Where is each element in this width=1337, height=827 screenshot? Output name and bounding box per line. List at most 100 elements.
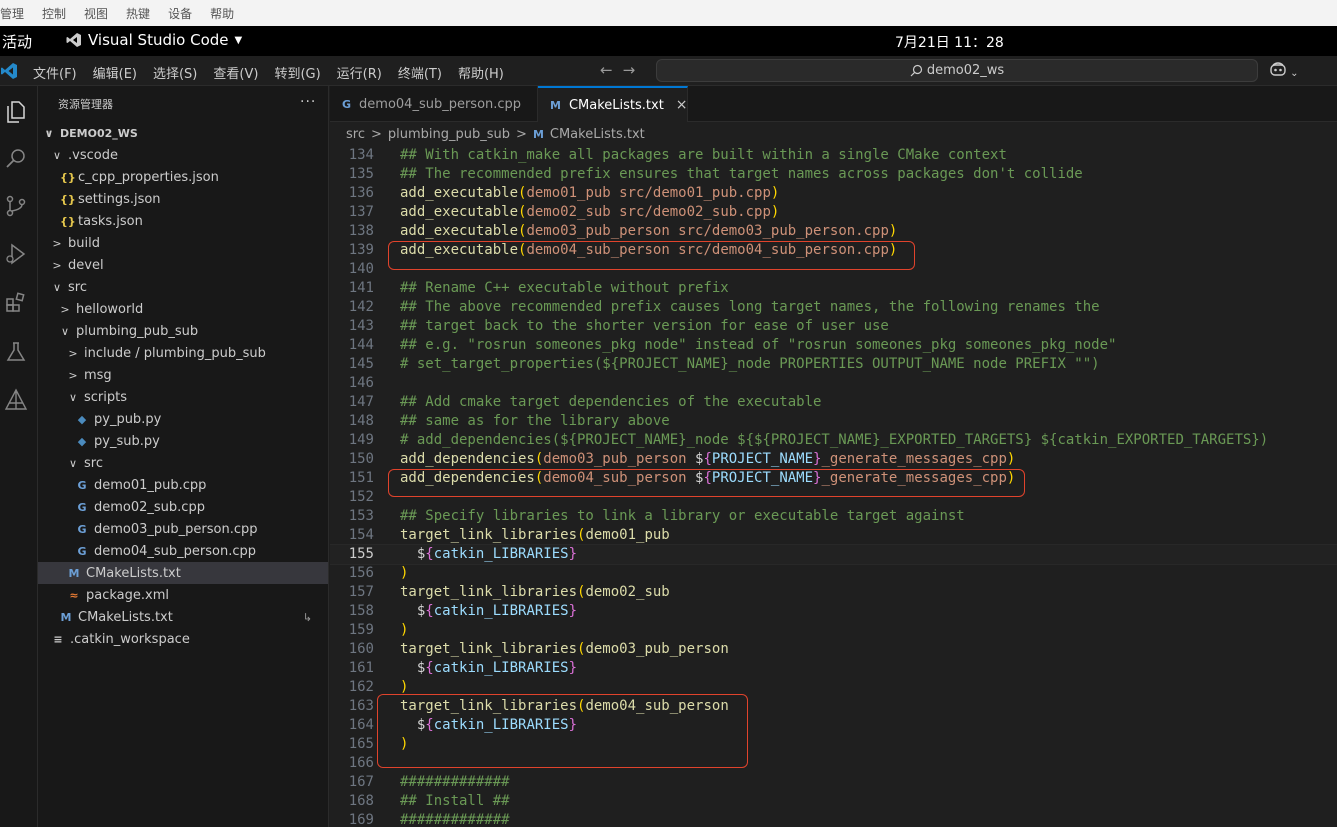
code-token: } [568,603,578,619]
app-menu[interactable]: Visual Studio Code ▼ [66,31,242,49]
cmake-file-icon: M [532,127,544,141]
tab-cmakelists[interactable]: M CMakeLists.txt × [538,86,688,122]
tree-item[interactable]: > msg [38,364,328,386]
tree-item[interactable]: Gdemo02_sub.cpp [38,496,328,518]
run-debug-icon[interactable] [4,242,28,266]
line-number: 149 [348,432,374,448]
tree-item[interactable]: ◆ py_pub.py [38,408,328,430]
menu-item[interactable]: 帮助(H) [458,63,504,82]
menu-item[interactable]: 文件(F) [33,63,77,82]
tree-item[interactable]: ≈ package.xml [38,584,328,606]
cpp-file-icon: G [77,500,87,514]
arguments: demo03_pub_person src/demo03_pub_person.… [526,223,889,239]
tree-item-label: demo04_sub_person.cpp [94,543,257,559]
tree-item[interactable]: ∨ DEMO02_WS [38,122,328,144]
back-arrow-icon[interactable]: ← [600,61,613,79]
tree-item[interactable]: M CMakeLists.txt ↳ [38,606,328,628]
tree-item[interactable]: > devel [38,254,328,276]
extensions-icon[interactable] [4,291,28,315]
editor-tabs: Gdemo04_sub_person.cpp M CMakeLists.txt × [330,86,1337,122]
more-actions-icon[interactable]: ··· [300,94,316,110]
tree-item[interactable]: ∨ scripts [38,386,328,408]
line-number: 141 [348,280,374,296]
tab-demo04-cpp[interactable]: Gdemo04_sub_person.cpp [330,86,538,122]
menu-item[interactable]: 选择(S) [153,63,197,82]
host-menu-item[interactable]: 帮助 [210,5,234,22]
line-number: 156 [348,565,374,581]
app-name: Visual Studio Code [88,31,229,49]
tree-item-label: msg [84,367,112,383]
copilot-icon[interactable]: ⌄ [1270,62,1299,80]
code-line: 157 target_link_libraries(demo02_sub [330,583,1337,602]
code-text: ## e.g. "rosrun someones_pkg node" inste… [400,336,1116,355]
code-line: 138 add_executable(demo03_pub_person src/… [330,222,1337,241]
search-icon[interactable] [4,147,28,171]
menu-item[interactable]: 编辑(E) [93,63,137,82]
activities-button[interactable]: 活动 [2,31,32,52]
command-center-search[interactable]: demo02_ws [656,59,1258,82]
host-menu-item[interactable]: 管理 [0,5,24,22]
tree-item[interactable]: M CMakeLists.txt [38,562,328,584]
testing-icon[interactable] [4,340,28,364]
tree-item[interactable]: ◆ py_sub.py [38,430,328,452]
function-name: add_executable [400,185,519,201]
code-line: 160 target_link_libraries(demo03_pub_pers… [330,640,1337,659]
tree-item[interactable]: > include / plumbing_pub_sub [38,342,328,364]
code-token: $ [400,660,426,676]
explorer-title: 资源管理器 [58,98,113,111]
py-file-icon: ◆ [77,412,87,426]
code-editor[interactable]: 134 ## With catkin_make all packages are … [330,146,1337,827]
tree-item[interactable]: Gdemo03_pub_person.cpp [38,518,328,540]
host-menu-item[interactable]: 热键 [126,5,150,22]
code-text: ## Specify libraries to link a library o… [400,507,965,526]
line-number: 169 [348,812,374,827]
host-menu-item[interactable]: 设备 [168,5,192,22]
menu-item[interactable]: 运行(R) [337,63,382,82]
chevron-right-icon: > [68,346,78,360]
tree-item[interactable]: {} settings.json [38,188,328,210]
breadcrumb-separator: > [516,126,527,142]
code-line: 168 ## Install ## [330,792,1337,811]
comment: ## same as for the library above [400,413,670,429]
chevron-right-icon: > [52,258,62,272]
close-icon[interactable]: × [676,97,688,113]
line-number: 147 [348,394,374,410]
tree-item-label: src [84,455,103,471]
breadcrumb-item[interactable]: plumbing_pub_sub [388,127,510,142]
line-number: 151 [348,470,374,486]
clock[interactable]: 7月21日 11：28 [895,32,1004,52]
comment: ############# [400,812,510,827]
tree-item[interactable]: > build [38,232,328,254]
code-text: ## Rename C++ executable without prefix [400,279,729,298]
breadcrumb-item[interactable]: CMakeLists.txt [550,127,645,142]
tree-item[interactable]: ∨ src [38,276,328,298]
tree-item-label: devel [68,257,104,273]
line-number: 142 [348,299,374,315]
code-token: ) [770,204,780,220]
menu-item[interactable]: 终端(T) [398,63,442,82]
explorer-icon[interactable] [4,100,28,124]
tree-item[interactable]: {} tasks.json [38,210,328,232]
host-menu-item[interactable]: 控制 [42,5,66,22]
tree-item[interactable]: ≡ .catkin_workspace [38,628,328,650]
tree-item[interactable]: Gdemo01_pub.cpp [38,474,328,496]
code-token: ) [400,679,409,695]
tree-item[interactable]: ∨ .vscode [38,144,328,166]
tree-item[interactable]: ∨ plumbing_pub_sub [38,320,328,342]
code-line: 167 ############# [330,773,1337,792]
menu-item[interactable]: 查看(V) [213,63,258,82]
forward-arrow-icon[interactable]: → [623,61,636,79]
source-control-icon[interactable] [4,194,28,218]
tree-item[interactable]: {} c_cpp_properties.json [38,166,328,188]
annotation-box [388,241,915,270]
tree-item[interactable]: ∨ src [38,452,328,474]
breadcrumb-item[interactable]: src [346,127,365,142]
cmake-icon[interactable] [4,388,28,412]
chevron-down-icon: ∨ [44,126,54,140]
menu-item[interactable]: 转到(G) [274,63,320,82]
tree-item[interactable]: > helloworld [38,298,328,320]
host-menu-item[interactable]: 视图 [84,5,108,22]
tree-item[interactable]: Gdemo04_sub_person.cpp [38,540,328,562]
code-token: ) [888,223,898,239]
comment: ############# [400,774,510,790]
